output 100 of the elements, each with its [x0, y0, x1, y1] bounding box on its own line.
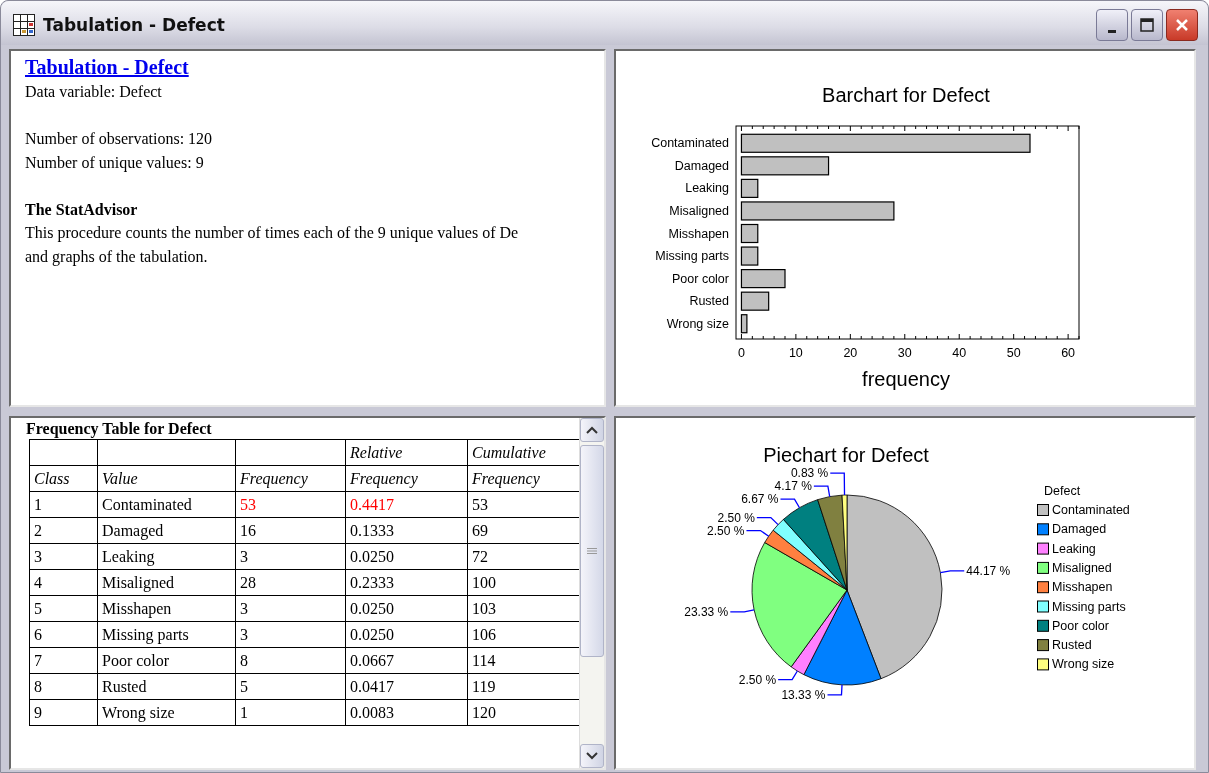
legend-label: Misshapen [1052, 580, 1113, 595]
table-cell: 0.0250 [345, 595, 468, 622]
tick-label: 30 [897, 346, 912, 360]
table-cell: 0.4417 [345, 491, 468, 518]
table-cell: 4 [29, 569, 98, 596]
leader-line [779, 498, 801, 509]
table-cell: 0.1333 [345, 517, 468, 544]
category-label: Misshapen [668, 226, 729, 241]
percent-label: 44.17 % [966, 563, 1011, 578]
legend-label: Rusted [1052, 638, 1092, 653]
scrollbar-thumb[interactable] [580, 445, 604, 657]
column-header: Value [97, 465, 236, 492]
tick-label: 60 [1061, 346, 1076, 360]
category-label: Missing parts [655, 249, 729, 264]
bar [740, 223, 759, 244]
table-cell: Missing parts [97, 621, 236, 648]
column-header: Frequency [345, 465, 468, 492]
percent-label: 6.67 % [741, 492, 779, 507]
table-cell: 5 [29, 595, 98, 622]
table-cell: Misaligned [97, 569, 236, 596]
scroll-down-button[interactable] [580, 744, 604, 768]
leader-line [826, 684, 843, 696]
leader-line [729, 609, 755, 613]
legend-title: Defect [1044, 484, 1081, 498]
table-cell: 3 [235, 621, 346, 648]
axis-label: frequency [862, 368, 950, 390]
table-cell: 0.0417 [345, 673, 468, 700]
tick-label: 40 [952, 346, 967, 360]
chart-title: Piechart for Defect [763, 444, 929, 466]
section-heading: The StatAdvisor [25, 199, 138, 220]
tick-label: 0 [737, 346, 745, 360]
percent-label: 13.33 % [781, 687, 826, 702]
table-cell: 8 [235, 647, 346, 674]
table-cell: 2 [29, 517, 98, 544]
table-cell: 16 [235, 517, 346, 544]
table-cell: Rusted [97, 673, 236, 700]
category-label: Contaminated [651, 136, 729, 151]
column-header: Class [29, 465, 98, 492]
table-cell: 3 [29, 543, 98, 570]
table-cell: 0.0667 [345, 647, 468, 674]
legend-label: Leaking [1052, 541, 1096, 556]
legend-label: Contaminated [1052, 503, 1130, 517]
caret-down-icon [586, 752, 598, 760]
table-grid-icon [13, 14, 35, 36]
scrollbar[interactable] [579, 418, 604, 768]
advisor-text: This procedure counts the number of times each of the 9 unique values of De [25, 223, 519, 244]
table-cell: Contaminated [97, 491, 236, 518]
table-cell: 1 [235, 699, 346, 726]
table-cell: 3 [235, 543, 346, 570]
table-cell: 0.0250 [345, 543, 468, 570]
caret-up-icon [586, 426, 598, 434]
legend-label: Damaged [1052, 522, 1107, 537]
table-cell: 9 [29, 699, 98, 726]
legend-label: Poor color [1052, 618, 1109, 633]
close-button[interactable] [1166, 9, 1198, 41]
table-cell: 0.0250 [345, 621, 468, 648]
table-cell: 1 [29, 491, 98, 518]
chart-title: Barchart for Defect [822, 84, 990, 106]
bar [740, 269, 786, 289]
bar [740, 291, 770, 311]
table-title: Frequency Table for Defect [26, 419, 213, 439]
statistic-text: Number of unique values: 9 [25, 152, 204, 174]
column-header: Relative [345, 439, 468, 466]
percent-label: 23.33 % [684, 604, 729, 619]
percent-label: 4.17 % [774, 479, 812, 494]
table-cell: 6 [29, 621, 98, 648]
tick-label: 10 [788, 346, 803, 360]
table-cell: 8 [29, 673, 98, 700]
category-label: Poor color [672, 271, 729, 286]
window-title: Tabulation - Defect [43, 15, 226, 35]
percent-label: 2.50 % [707, 523, 745, 538]
table-cell: Misshapen [97, 595, 236, 622]
minimize-icon [1108, 29, 1116, 33]
report-title-link[interactable]: Tabulation - Defect [25, 54, 189, 80]
bar [740, 314, 748, 334]
table-cell: Damaged [97, 517, 236, 544]
legend-label: Missing parts [1052, 599, 1126, 614]
data-variable-text: Data variable: Defect [25, 82, 162, 102]
column-header: Frequency [235, 465, 346, 492]
category-label: Misaligned [669, 203, 729, 218]
table-cell: 5 [235, 673, 346, 700]
maximize-icon [1139, 17, 1155, 33]
close-icon [1174, 17, 1190, 33]
table-cell: Leaking [97, 543, 236, 570]
tick-label: 50 [1006, 346, 1021, 360]
maximize-button[interactable] [1131, 9, 1163, 41]
bar [740, 178, 759, 198]
category-label: Rusted [689, 294, 729, 309]
tick-label: 20 [843, 346, 858, 360]
legend-label: Misaligned [1052, 560, 1112, 575]
scroll-up-button[interactable] [580, 418, 604, 442]
leader-line [939, 570, 965, 574]
minimize-button[interactable] [1096, 9, 1128, 41]
table-cell: 53 [235, 491, 346, 518]
leader-line [745, 529, 770, 537]
category-label: Leaking [685, 181, 729, 196]
table-cell: 28 [235, 569, 346, 596]
legend-label: Wrong size [1052, 657, 1115, 672]
leader-line [777, 670, 798, 681]
table-cell: Wrong size [97, 699, 236, 726]
